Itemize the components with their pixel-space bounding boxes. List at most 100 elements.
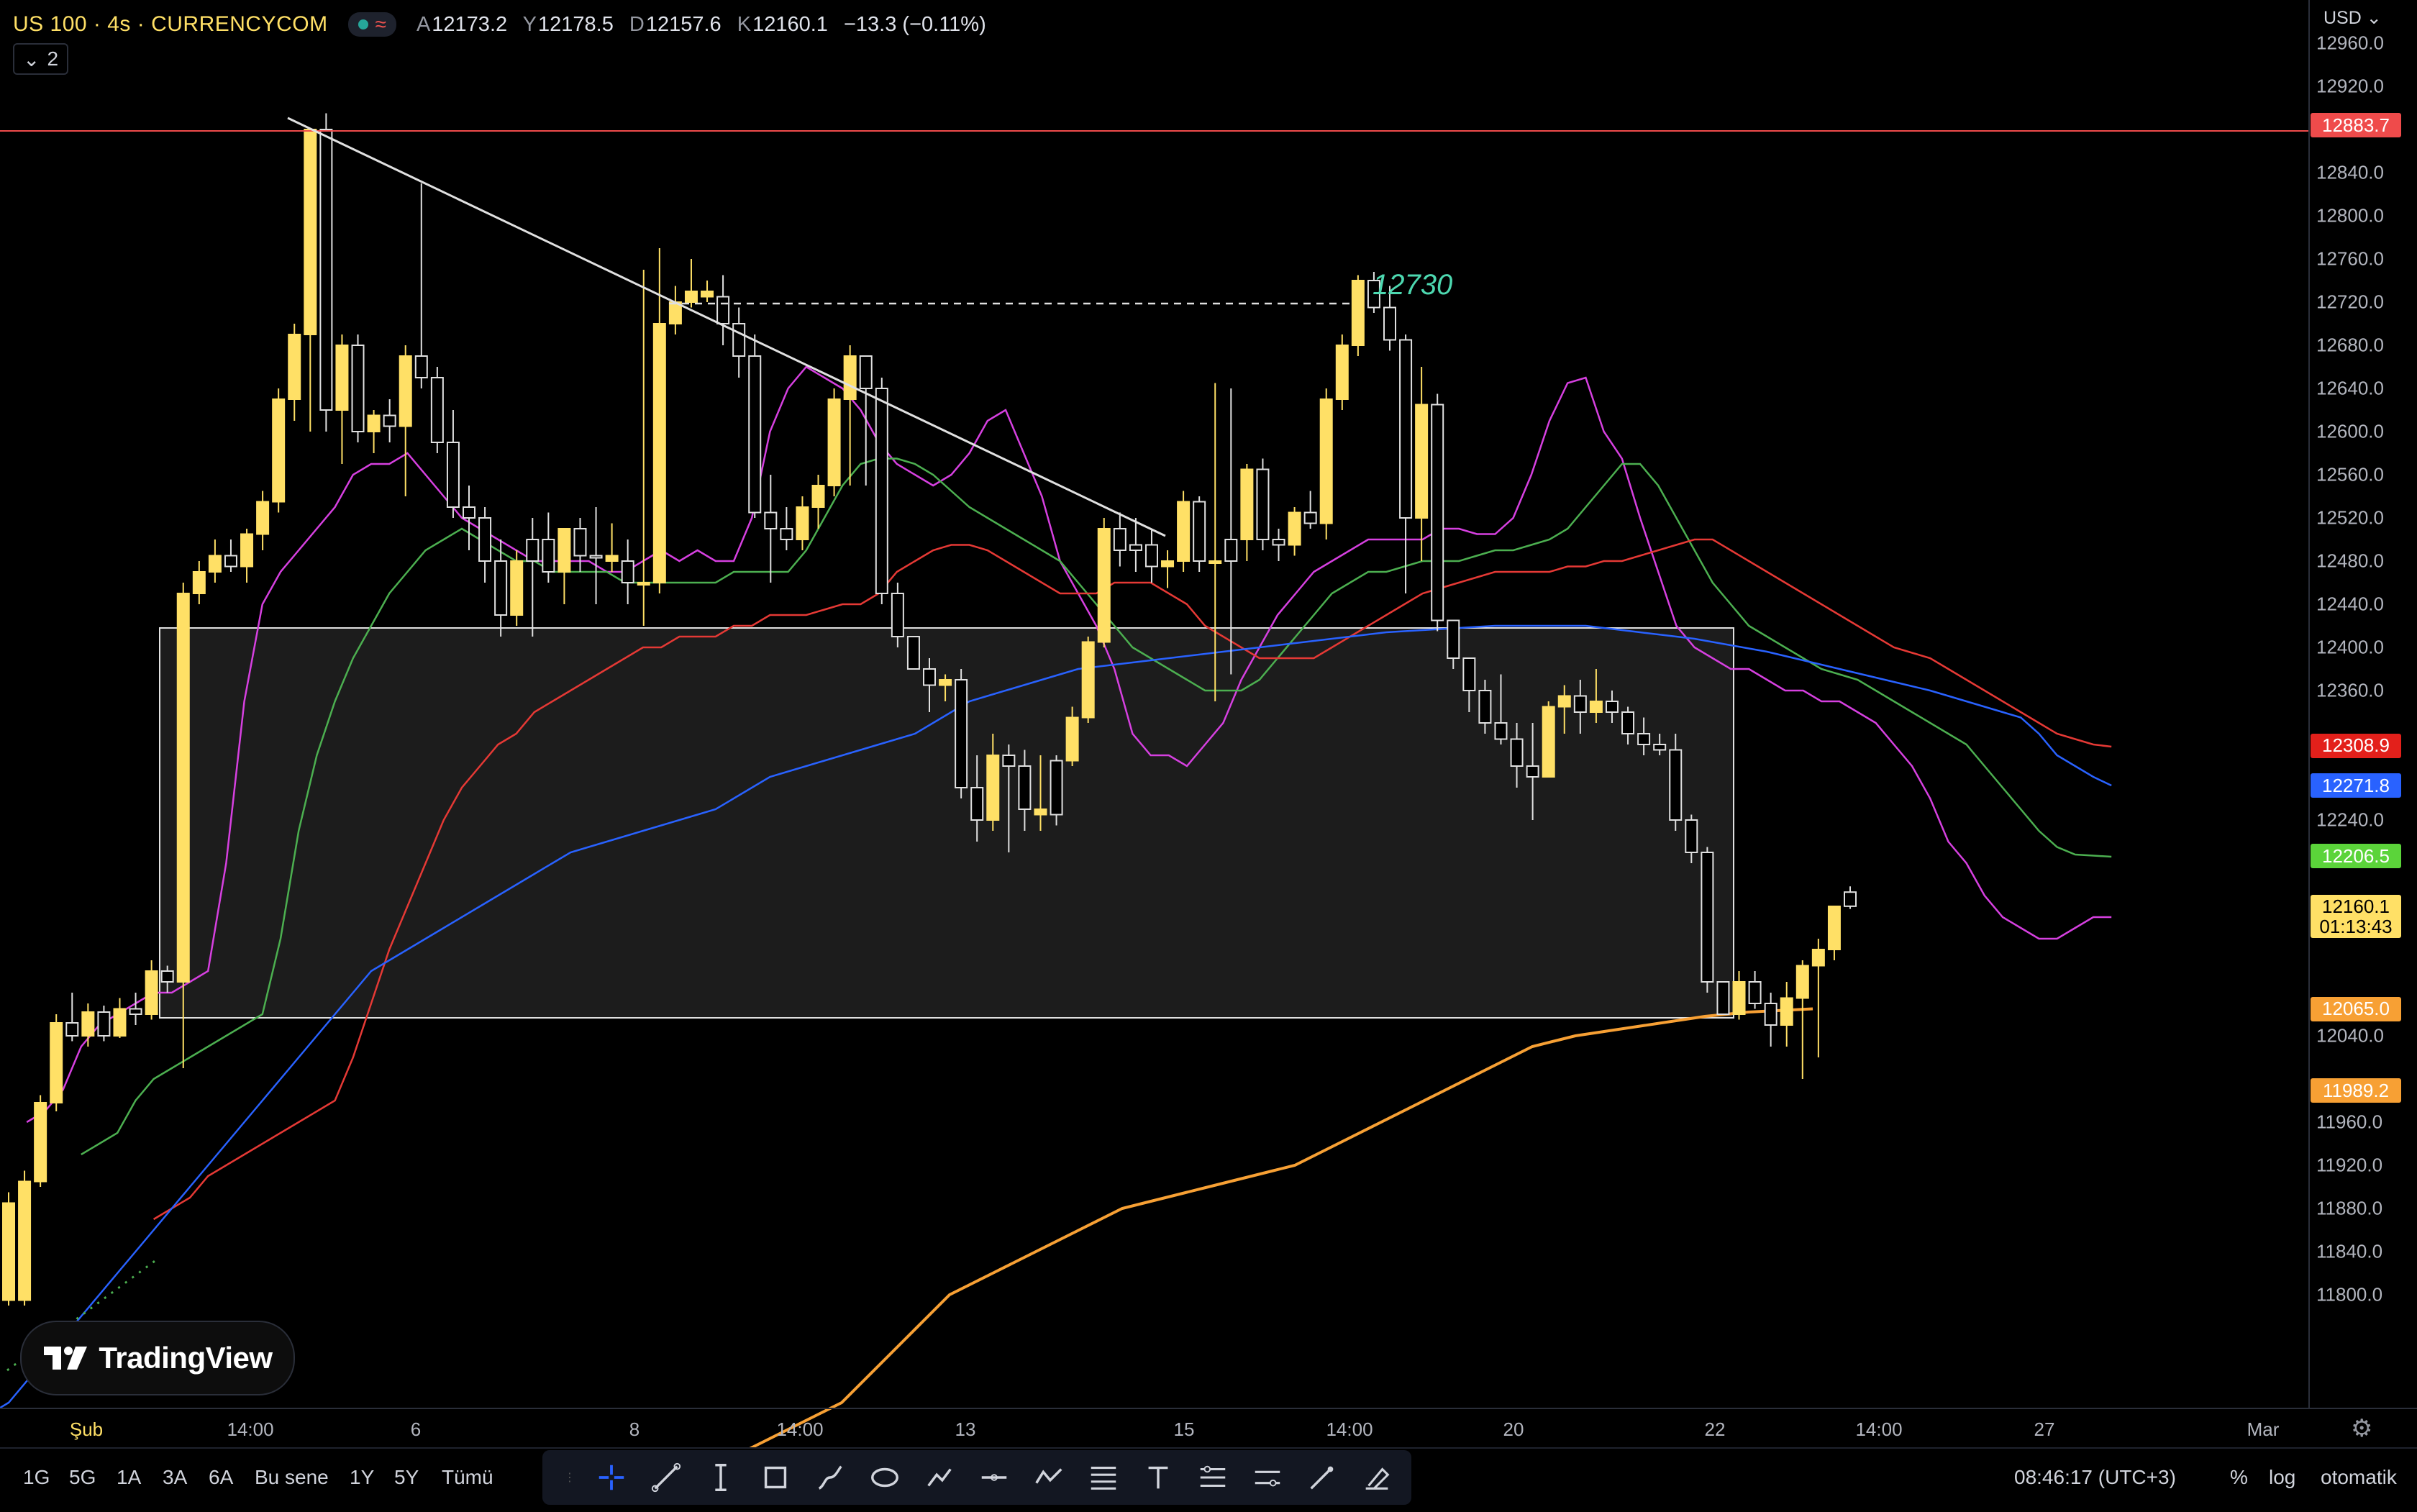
range-button[interactable]: 3A [163,1466,187,1489]
candle[interactable] [716,275,730,346]
price-annotation[interactable]: 12730 [1373,269,1452,301]
candle[interactable] [192,561,206,604]
range-button[interactable]: 1Y [350,1466,374,1489]
candle[interactable] [1113,512,1126,567]
candle[interactable] [875,378,888,604]
brush-icon[interactable] [803,1456,857,1499]
candle[interactable] [1748,971,1762,1009]
tradingview-logo[interactable]: TradingView [20,1321,295,1395]
candle[interactable] [240,529,254,583]
candle[interactable] [1272,529,1285,561]
vertical-line-icon[interactable] [693,1456,748,1499]
candle[interactable] [637,270,650,626]
candle[interactable] [589,507,603,604]
candle[interactable] [1399,334,1413,593]
path-icon[interactable] [912,1456,967,1499]
range-button[interactable]: 5Y [394,1466,419,1489]
range-button[interactable]: 1G [23,1466,50,1489]
symbol-title[interactable]: US 100 · 4s · CURRENCYCOM [13,12,328,37]
candle[interactable] [335,334,349,464]
candle[interactable] [1811,939,1825,1057]
eraser-icon[interactable] [1349,1456,1404,1499]
candle[interactable] [668,286,682,335]
candle[interactable] [605,523,619,573]
candle[interactable] [1844,886,1857,909]
candle[interactable] [510,550,524,626]
candle[interactable] [652,248,666,593]
candle[interactable] [796,496,809,550]
fib-channel-icon[interactable] [1185,1456,1240,1499]
candle[interactable] [1256,458,1270,551]
candle[interactable] [367,410,381,453]
candle[interactable] [1050,755,1063,826]
trend-line-icon[interactable] [639,1456,693,1499]
candle[interactable] [272,388,286,513]
candle[interactable] [1335,334,1349,410]
market-status[interactable]: ≈ [347,12,396,37]
candle[interactable] [1303,491,1317,529]
candle[interactable] [1177,491,1191,573]
candle[interactable] [955,669,968,798]
candle[interactable] [573,518,587,572]
candle[interactable] [81,1003,95,1047]
candle[interactable] [748,334,762,518]
candle[interactable] [97,1006,111,1042]
scale-option-button[interactable]: otomatik [2321,1466,2397,1489]
candle[interactable] [1732,971,1746,1020]
candle[interactable] [1193,496,1206,572]
polyline-icon[interactable] [1021,1456,1076,1499]
candle[interactable] [906,636,920,670]
pen-icon[interactable] [1295,1456,1349,1499]
candle[interactable] [208,539,222,583]
candle[interactable] [113,998,127,1039]
candle[interactable] [1144,529,1158,583]
candle[interactable] [18,1170,32,1306]
scale-option-button[interactable]: log [2269,1466,2295,1489]
candle[interactable] [859,355,873,486]
candle[interactable] [1764,993,1778,1047]
candle[interactable] [542,512,555,583]
trend-line[interactable] [287,117,1166,537]
candle[interactable] [399,345,412,496]
candle[interactable] [1827,906,1841,960]
candle[interactable] [1240,464,1254,561]
candle[interactable] [526,518,540,637]
crosshair-icon[interactable] [584,1456,639,1499]
candle[interactable] [843,345,857,486]
candle[interactable] [1716,981,1730,1015]
rectangle-icon[interactable] [748,1456,803,1499]
price-chart[interactable] [0,0,2417,1511]
candle[interactable] [684,259,698,308]
candle[interactable] [1129,518,1142,572]
candle[interactable] [827,388,841,496]
text-icon[interactable] [1131,1456,1185,1499]
candle[interactable] [780,507,793,550]
candle[interactable] [256,491,270,551]
candle[interactable] [129,993,142,1025]
range-rectangle[interactable] [159,627,1734,1019]
candle[interactable] [351,334,365,442]
range-button[interactable]: Bu sene [255,1466,329,1489]
parallel-channel-icon[interactable] [1240,1456,1295,1499]
gear-icon[interactable]: ⚙ [2351,1414,2372,1443]
candle[interactable] [288,324,301,421]
collapse-toolbar-icon[interactable]: ⋮ [555,1456,584,1499]
indicators-toggle[interactable]: ⌄ 2 [13,43,69,75]
candle[interactable] [1081,637,1095,723]
candle[interactable] [1415,367,1429,561]
candle[interactable] [1288,507,1301,556]
candle[interactable] [430,367,444,453]
candle[interactable] [1795,960,1809,1079]
candle[interactable] [701,281,714,302]
candle[interactable] [1780,982,1793,1047]
candle[interactable] [732,307,746,378]
candle[interactable] [414,183,428,388]
candle[interactable] [463,486,475,550]
candle[interactable] [1701,847,1714,993]
candle[interactable] [1431,393,1444,632]
candle[interactable] [1161,550,1175,588]
candle[interactable] [1351,275,1365,357]
candle[interactable] [224,539,237,572]
candle[interactable] [304,129,317,432]
ellipse-icon[interactable] [857,1456,912,1499]
